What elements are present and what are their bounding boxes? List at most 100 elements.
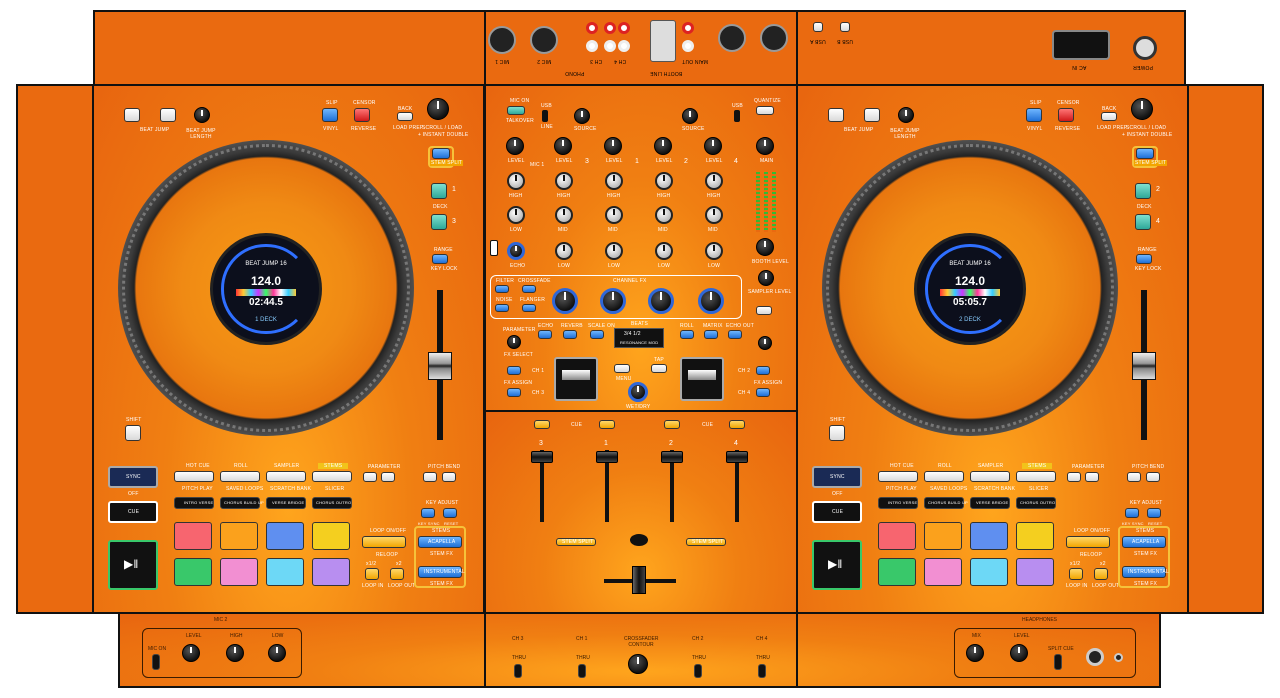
- r-beat-jump-length-knob[interactable]: [898, 107, 914, 123]
- channel-1-fader[interactable]: [596, 451, 618, 463]
- left-pitch-fader[interactable]: [428, 352, 452, 380]
- mic2-low-knob[interactable]: [268, 644, 286, 662]
- ch3-xfader-assign-switch[interactable]: [514, 664, 522, 678]
- r-param-left-button[interactable]: [1067, 472, 1081, 482]
- mid-2-knob[interactable]: [655, 206, 673, 224]
- r-back-button[interactable]: [1101, 112, 1117, 121]
- beat-jump-fwd-button[interactable]: [160, 108, 176, 122]
- mic2-level-knob[interactable]: [182, 644, 200, 662]
- low-1-knob[interactable]: [605, 242, 623, 260]
- cue-2-button[interactable]: [664, 420, 680, 429]
- mic1-level-knob[interactable]: [506, 137, 524, 155]
- param-right-button[interactable]: [381, 472, 395, 482]
- low-2-knob[interactable]: [655, 242, 673, 260]
- r-pitch-bend-down-button[interactable]: [1127, 472, 1141, 482]
- pad-2[interactable]: [220, 522, 258, 550]
- r-key-up-button[interactable]: [1147, 508, 1161, 518]
- loop-out-button[interactable]: [390, 568, 404, 580]
- crossfader-cap[interactable]: [632, 566, 646, 594]
- stems-button[interactable]: [312, 471, 352, 482]
- high-2-knob[interactable]: [655, 172, 673, 190]
- r-beat-jump-fwd-button[interactable]: [864, 108, 880, 122]
- high-3-knob[interactable]: [555, 172, 573, 190]
- r-hot-cue-button[interactable]: [878, 471, 918, 482]
- gain-1-knob[interactable]: [604, 137, 622, 155]
- fx-parameter-knob[interactable]: [507, 335, 521, 349]
- slip-button[interactable]: [322, 108, 338, 122]
- r-beat-jump-back-button[interactable]: [828, 108, 844, 122]
- pad-7[interactable]: [266, 558, 304, 586]
- channel-fx-knob-4[interactable]: [698, 288, 724, 314]
- fx-ch2-right-button[interactable]: [756, 366, 770, 375]
- menu-button[interactable]: [614, 364, 630, 373]
- pad-8[interactable]: [312, 558, 350, 586]
- left-shift-button[interactable]: [125, 425, 141, 441]
- r-pitch-bend-up-button[interactable]: [1146, 472, 1160, 482]
- r-stem-split-button[interactable]: [1136, 148, 1154, 159]
- pad-3[interactable]: [266, 522, 304, 550]
- r-pad-7[interactable]: [970, 558, 1008, 586]
- hot-cue-button[interactable]: [174, 471, 214, 482]
- r-pad-4[interactable]: [1016, 522, 1054, 550]
- fx-echo-button[interactable]: [538, 330, 552, 339]
- r-range-button[interactable]: [1136, 254, 1152, 264]
- range-button[interactable]: [432, 254, 448, 264]
- roll-button[interactable]: [220, 471, 260, 482]
- r-scroll-load-knob[interactable]: [1131, 98, 1153, 120]
- source-knob-left[interactable]: [574, 108, 590, 124]
- ch1-xfader-assign-switch[interactable]: [578, 664, 586, 678]
- front-mic-on-switch[interactable]: [152, 654, 160, 670]
- filter-button[interactable]: [495, 285, 509, 293]
- scroll-load-knob[interactable]: [427, 98, 449, 120]
- cue-4-button[interactable]: [729, 420, 745, 429]
- beat-jump-length-knob[interactable]: [194, 107, 210, 123]
- deck-4-button[interactable]: [1135, 214, 1151, 230]
- channel-fx-knob-1[interactable]: [600, 288, 626, 314]
- low-4-knob[interactable]: [705, 242, 723, 260]
- tap-button[interactable]: [651, 364, 667, 373]
- r-pad-3[interactable]: [970, 522, 1008, 550]
- fx-scale-button[interactable]: [590, 330, 604, 339]
- right-shift-button[interactable]: [829, 425, 845, 441]
- gain-2-knob[interactable]: [654, 137, 672, 155]
- crossfade-button[interactable]: [522, 285, 536, 293]
- channel-4-fader[interactable]: [726, 451, 748, 463]
- high-4-knob[interactable]: [705, 172, 723, 190]
- headphone-cue-mix-knob[interactable]: [758, 336, 772, 350]
- fx-ch4-right-button[interactable]: [756, 388, 770, 397]
- censor-button[interactable]: [354, 108, 370, 122]
- booth-level-knob[interactable]: [756, 238, 774, 256]
- mic1-low-knob[interactable]: [507, 206, 525, 224]
- r-roll-button[interactable]: [924, 471, 964, 482]
- mic2-high-knob[interactable]: [226, 644, 244, 662]
- ch2-xfader-assign-switch[interactable]: [694, 664, 702, 678]
- channel-2-fader[interactable]: [661, 451, 683, 463]
- pitch-bend-up-button[interactable]: [442, 472, 456, 482]
- loop-in-button[interactable]: [365, 568, 379, 580]
- r-param-right-button[interactable]: [1085, 472, 1099, 482]
- source-switch-left[interactable]: [542, 110, 548, 122]
- r-pad-1[interactable]: [878, 522, 916, 550]
- r-stems-button[interactable]: [1016, 471, 1056, 482]
- r-pad-6[interactable]: [924, 558, 962, 586]
- sampler-button[interactable]: [266, 471, 306, 482]
- channel-fx-knob-2[interactable]: [648, 288, 674, 314]
- pad-4[interactable]: [312, 522, 350, 550]
- fx-reverb-button[interactable]: [563, 330, 577, 339]
- param-left-button[interactable]: [363, 472, 377, 482]
- back-button[interactable]: [397, 112, 413, 121]
- stem-split-button[interactable]: [432, 148, 450, 159]
- key-up-button[interactable]: [443, 508, 457, 518]
- r-pad-5[interactable]: [878, 558, 916, 586]
- pad-5[interactable]: [174, 558, 212, 586]
- r-loop-out-button[interactable]: [1094, 568, 1108, 580]
- loop-on-off-button[interactable]: [362, 536, 406, 548]
- low-3-knob[interactable]: [555, 242, 573, 260]
- fx-roll-button[interactable]: [680, 330, 694, 339]
- flanger-button[interactable]: [522, 304, 536, 312]
- mid-4-knob[interactable]: [705, 206, 723, 224]
- r-loop-on-off-button[interactable]: [1066, 536, 1110, 548]
- ch4-xfader-assign-switch[interactable]: [758, 664, 766, 678]
- r-censor-button[interactable]: [1058, 108, 1074, 122]
- pad-6[interactable]: [220, 558, 258, 586]
